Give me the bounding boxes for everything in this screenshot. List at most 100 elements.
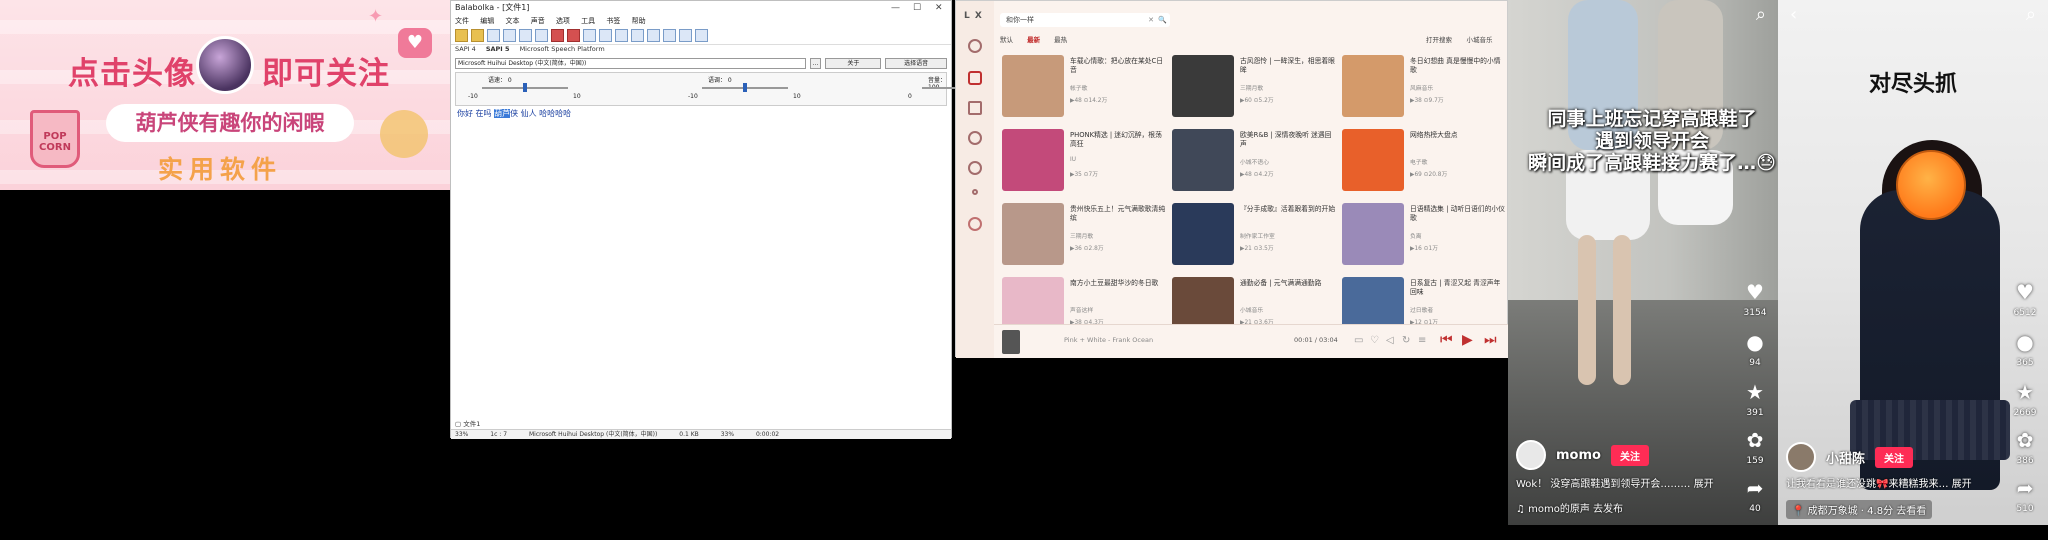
print-icon[interactable]: [503, 29, 516, 42]
maximize-button[interactable]: ☐: [913, 1, 921, 15]
chart-icon[interactable]: [968, 101, 982, 115]
music-search-input[interactable]: 和你一样 ✕ 🔍: [1000, 13, 1170, 27]
tab-speech-platform[interactable]: Microsoft Speech Platform: [520, 45, 605, 53]
next-icon[interactable]: ⏭: [1484, 332, 1497, 348]
paste-icon[interactable]: [599, 29, 612, 42]
heart-icon[interactable]: [968, 131, 982, 145]
playlist-card[interactable]: 『分手成歌』活着跟着到的开始 制作家工作室 ▶21 ⊙3.5万: [1172, 203, 1337, 265]
playlist-title[interactable]: PHONK精选 | 迷幻沉醉，根荡高狂: [1070, 131, 1166, 149]
menu-help[interactable]: 帮助: [632, 17, 646, 25]
new-file-icon[interactable]: [455, 29, 468, 42]
copy-icon[interactable]: [583, 29, 596, 42]
playlist-queue-icon[interactable]: ≡: [1418, 335, 1426, 346]
play-icon[interactable]: ▶: [1462, 332, 1473, 348]
playlist-card[interactable]: 冬日幻想曲 真是慢慢中的小情歌 风麻音乐 ▶38 ⊙9.7万: [1342, 55, 1507, 117]
playlist-title[interactable]: 冬日幻想曲 真是慢慢中的小情歌: [1410, 57, 1506, 75]
convert-icon[interactable]: [615, 29, 628, 42]
comment-icon[interactable]: ▭: [1354, 335, 1363, 346]
playlist-cover[interactable]: [1172, 55, 1234, 117]
search-go-icon[interactable]: 🔍: [1158, 13, 1167, 27]
gift-icon[interactable]: ✿: [2010, 428, 2040, 452]
playlist-cover[interactable]: [1172, 203, 1234, 265]
tab-sapi5[interactable]: SAPI 5: [486, 45, 510, 53]
about-button[interactable]: 关于: [825, 57, 882, 69]
open-search-link[interactable]: 打开搜索: [1426, 36, 1452, 44]
menu-tools[interactable]: 工具: [581, 17, 595, 25]
playlist-cover[interactable]: [1342, 55, 1404, 117]
list-icon[interactable]: [679, 29, 692, 42]
playlist-card[interactable]: 欧美R&B | 深情夜晚听 迷遇回声 小城不语心 ▶48 ⊙4.2万: [1172, 129, 1337, 191]
playlist-title[interactable]: 南方小土豆最甜华沙的冬日歌: [1070, 279, 1166, 288]
gift-icon[interactable]: ✿: [1740, 428, 1770, 452]
like-icon[interactable]: ♥: [1740, 280, 1770, 304]
follow-button[interactable]: 关注: [1610, 444, 1649, 466]
playlist-card[interactable]: 车载心情歌：把心放在某处C日音 帐子歌 ▶48 ⊙14.2万: [1002, 55, 1167, 117]
like-icon[interactable]: ♡: [1370, 335, 1379, 346]
playlist-cover[interactable]: [1002, 129, 1064, 191]
open-folder-icon[interactable]: [471, 29, 484, 42]
playlist-title[interactable]: 贵州快乐五上！元气满歌歌清纯缤: [1070, 205, 1166, 223]
video-description[interactable]: 让我看看是谁还没跳🎀来糟糕我来… 展开: [1786, 475, 2036, 490]
close-button[interactable]: ✕: [935, 1, 943, 15]
playlist-title[interactable]: 『分手成歌』活着跟着到的开始: [1240, 205, 1336, 214]
voice-icon[interactable]: [663, 29, 676, 42]
location-tag[interactable]: 📍 成都万象城 · 4.8分 去看看: [1786, 500, 1933, 519]
menu-speech[interactable]: 声音: [531, 17, 545, 25]
playlist-card[interactable]: 日语精选集 | 动听日语们的小仪歌 负离 ▶16 ⊙1万: [1342, 203, 1507, 265]
search-icon[interactable]: ⌕: [1756, 4, 1766, 25]
select-voice-button[interactable]: 选择语音: [885, 57, 947, 69]
video-music[interactable]: ♫ momo的原声 去发布: [1516, 500, 1623, 515]
menu-file[interactable]: 文件: [455, 17, 469, 25]
playlist-icon[interactable]: [968, 71, 982, 85]
source-select[interactable]: 小城音乐: [1466, 36, 1492, 44]
play-icon[interactable]: [519, 29, 532, 42]
voice-select[interactable]: Microsoft Huihui Desktop (中文(简体，中国)): [455, 57, 806, 69]
pause-icon[interactable]: [535, 29, 548, 42]
playlist-title[interactable]: 日语精选集 | 动听日语们的小仪歌: [1410, 205, 1506, 223]
stop-icon[interactable]: [551, 29, 564, 42]
avatar[interactable]: [1786, 442, 1816, 472]
playlist-cover[interactable]: [1002, 203, 1064, 265]
split-icon[interactable]: [631, 29, 644, 42]
playlist-cover[interactable]: [1002, 55, 1064, 117]
playlist-cover[interactable]: [1342, 203, 1404, 265]
back-icon[interactable]: ‹: [1790, 4, 1797, 25]
short-video-left[interactable]: 同事上班忘记穿高跟鞋了 遇到领导开会 瞬间成了高跟鞋接力赛了…😓 ⌕ ♥ 315…: [1508, 0, 1778, 525]
search-icon[interactable]: [968, 39, 982, 53]
follow-button[interactable]: 关注: [1875, 446, 1914, 468]
tab-latest[interactable]: 最新: [1027, 36, 1040, 44]
comment-icon[interactable]: ●: [2010, 330, 2040, 354]
loop-icon[interactable]: ↻: [1402, 335, 1410, 346]
favorite-icon[interactable]: ★: [2010, 380, 2040, 404]
author-name[interactable]: 小甜陈: [1826, 448, 1865, 467]
playlist-cover[interactable]: [1172, 129, 1234, 191]
help-icon[interactable]: [695, 29, 708, 42]
save-icon[interactable]: [487, 29, 500, 42]
playlist-cover[interactable]: [1342, 129, 1404, 191]
avatar[interactable]: [1516, 440, 1546, 470]
author-name[interactable]: momo: [1556, 448, 1601, 463]
search-icon[interactable]: ⌕: [2026, 4, 2036, 25]
playlist-card[interactable]: 古风怨怜 | 一眸深生，相思着眼眸 三期月歌 ▶60 ⊙5.2万: [1172, 55, 1337, 117]
playlist-card[interactable]: PHONK精选 | 迷幻沉醉，根荡高狂 IU ▶35 ⊙7万: [1002, 129, 1167, 191]
settings-icon[interactable]: [968, 161, 982, 175]
document-tab[interactable]: ▢ 文件1: [455, 418, 480, 428]
tab-sapi4[interactable]: SAPI 4: [455, 45, 476, 53]
settings-icon[interactable]: [647, 29, 660, 42]
menu-bookmarks[interactable]: 书签: [606, 17, 620, 25]
tab-default[interactable]: 默认: [1000, 36, 1013, 44]
playlist-card[interactable]: 网络热榜大盘点 电子歌 ▶69 ⊙20.8万: [1342, 129, 1507, 191]
menu-options[interactable]: 选项: [556, 17, 570, 25]
comment-icon[interactable]: ●: [1740, 330, 1770, 354]
minimize-button[interactable]: —: [891, 1, 900, 15]
playlist-title[interactable]: 车载心情歌：把心放在某处C日音: [1070, 57, 1166, 75]
playlist-title[interactable]: 古风怨怜 | 一眸深生，相思着眼眸: [1240, 57, 1336, 75]
banner-avatar[interactable]: [196, 36, 254, 94]
playlist-title[interactable]: 网络热榜大盘点: [1410, 131, 1506, 140]
clear-icon[interactable]: ✕: [1148, 13, 1154, 27]
text-editor[interactable]: 你好 在吗 葫芦侠 仙人 哈哈哈哈: [453, 105, 949, 415]
like-icon[interactable]: ♥: [2010, 280, 2040, 304]
slider-thumb[interactable]: [743, 83, 747, 92]
menu-text[interactable]: 文本: [505, 17, 519, 25]
playlist-card[interactable]: 贵州快乐五上！元气满歌歌清纯缤 三期月歌 ▶36 ⊙2.8万: [1002, 203, 1167, 265]
